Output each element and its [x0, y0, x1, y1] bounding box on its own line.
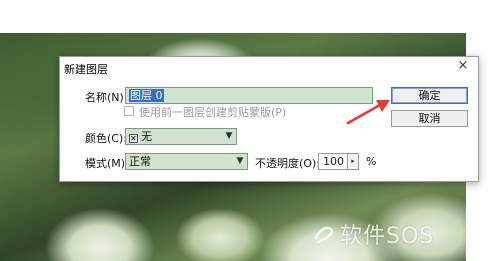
ok-button[interactable]: 确定	[391, 87, 468, 104]
dialog-title: 新建图层	[64, 63, 108, 76]
red-arrow-annotation	[346, 100, 390, 125]
mode-label: 模式(M):	[85, 157, 129, 170]
watermark: 软件SOS	[312, 219, 434, 249]
stepper-arrow-icon[interactable]: ▸	[347, 153, 359, 170]
chevron-down-icon: ▼	[225, 131, 233, 141]
watermark-text: 软件SOS	[340, 224, 435, 249]
color-select[interactable]: ✕ 无 ▼	[125, 128, 237, 145]
chevron-down-icon: ▼	[236, 156, 244, 166]
name-input-value: 图层 0	[129, 89, 164, 102]
opacity-input[interactable]: 100	[318, 153, 348, 170]
name-input[interactable]: 图层 0	[125, 87, 373, 104]
cancel-button[interactable]: 取消	[391, 110, 468, 127]
clip-mask-checkbox[interactable]	[124, 106, 134, 116]
opacity-label: 不透明度(O):	[255, 157, 320, 170]
mode-select-value: 正常	[129, 155, 151, 168]
mode-select[interactable]: 正常 ▼	[125, 153, 248, 170]
close-icon[interactable]: ×	[456, 59, 470, 73]
color-select-value: 无	[141, 130, 152, 143]
name-label: 名称(N):	[85, 91, 128, 104]
opacity-unit: %	[366, 155, 377, 168]
new-layer-dialog: 新建图层 × 名称(N): 图层 0 使用前一图层创建剪贴蒙版(P) 颜色(C)…	[59, 56, 479, 182]
color-none-icon: ✕	[129, 134, 138, 143]
clip-mask-label: 使用前一图层创建剪贴蒙版(P)	[139, 106, 287, 119]
watermark-logo-icon	[314, 226, 334, 244]
color-label: 颜色(C):	[85, 132, 127, 145]
